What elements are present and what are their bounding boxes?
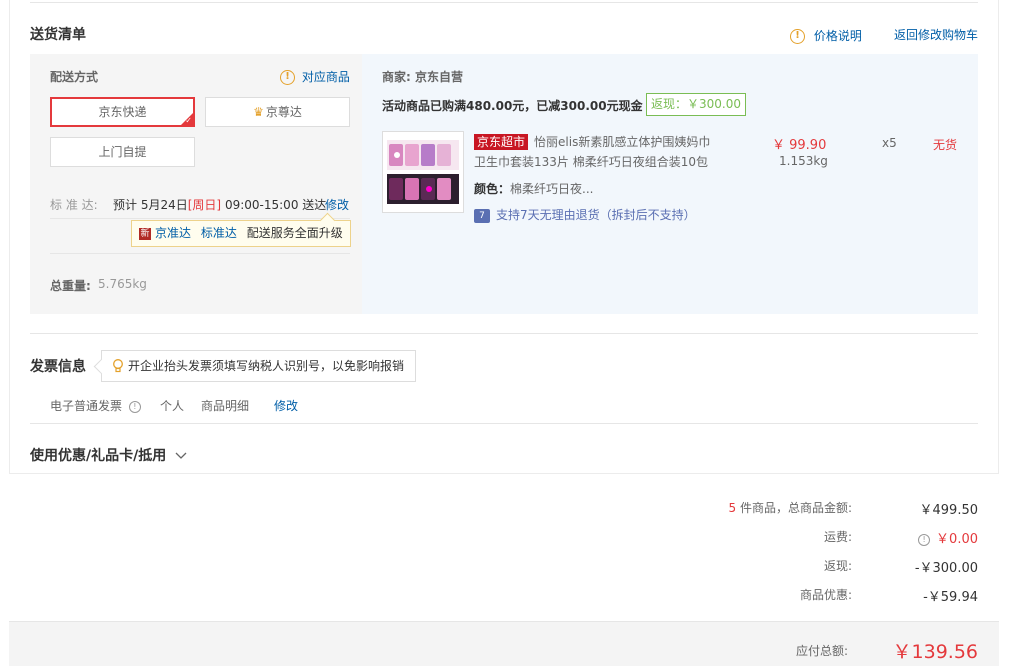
coupon-toggle[interactable]: 使用优惠/礼品卡/抵用 [30,445,187,465]
schedule-date: 5月24日 [140,198,188,212]
discount-value: -￥59.94 [923,590,978,605]
product-weight: 1.153kg [779,154,828,168]
tooltip-text: 配送服务全面升级 [246,226,343,240]
merchant-info: 商家: 京东自营 [382,68,463,85]
coupon-title: 使用优惠/礼品卡/抵用 [30,448,167,464]
delivery-section-title: 送货清单 [30,27,86,43]
product-name-text[interactable]: 怡丽elis新素肌感立体护围姨妈巾 [534,135,710,149]
warning-icon: ! [790,29,805,44]
crown-icon: ♛ [253,105,264,119]
shipping-option-label: 上门自提 [98,145,147,159]
schedule-info: 预计 5月24日[周日] 09:00-15:00 送达 [113,196,326,213]
discount-label: 商品优惠: [799,588,852,602]
product-name-line2[interactable]: 卫生巾套装133片 棉柔纤巧日夜组合装10包 [474,153,708,170]
item-count-suffix: 件商品，总商品金额: [739,501,852,515]
check-icon: ✓ [185,116,192,125]
section-divider [30,423,978,424]
shipping-option-pickup[interactable]: 上门自提 [50,137,195,167]
return-policy-text: 支持7天无理由退货（拆封后不支持） [496,208,696,222]
merchant-name: 京东自营 [415,70,464,84]
back-to-cart-link[interactable]: 返回修改购物车 [894,26,978,43]
invoice-detail: 商品明细 [201,399,250,413]
color-value: 棉柔纤巧日夜... [510,182,594,196]
schedule-label: 标 准 达: [50,198,98,212]
summary-shipping: 运费: ! ￥0.00 [578,528,978,548]
payable-label: 应付总额: [795,644,848,658]
shipping-option-jd-premium[interactable]: ♛ 京尊达 [205,97,350,127]
total-weight-label: 总重量: [50,279,91,293]
product-price: ￥ 99.90 [772,138,827,153]
schedule-time: 09:00-15:00 送达 [224,198,327,212]
jd-zhunda-link[interactable]: 京准达 [155,226,191,240]
lightbulb-icon [113,359,123,373]
payable-value: ￥139.56 [892,641,978,663]
invoice-tip-text: 开企业抬头发票须填写纳税人识别号，以免影响报销 [128,359,405,373]
product-quantity: x5 [882,136,897,150]
match-goods-link[interactable]: ! 对应商品 [280,68,350,85]
invoice-type-text: 电子普通发票 [50,399,123,413]
schedule-prefix: 预计 [113,198,138,212]
warning-icon: ! [280,70,295,85]
invoice-section-title: 发票信息 [30,359,86,375]
color-label: 颜色： [474,182,511,196]
summary-goods-label: 5 件商品，总商品金额: [728,499,852,516]
summary-goods-amount: 5 件商品，总商品金额: ￥499.50 [578,499,978,519]
shipping-upgrade-tooltip: 新京准达 标准达 配送服务全面升级 [131,220,351,247]
info-icon[interactable]: ! [918,533,931,546]
shipping-fee-amount: ￥0.00 [936,532,978,547]
product-color: 颜色：棉柔纤巧日夜... [474,180,593,197]
chevron-down-icon [175,452,187,459]
rebate-label: 返现: [823,559,852,573]
price-note-link[interactable]: ! 价格说明 [790,27,862,44]
price-note-label[interactable]: 价格说明 [814,29,862,43]
schedule-modify-link[interactable]: 修改 [325,196,349,213]
return-policy: 7 支持7天无理由退货（拆封后不支持） [474,206,696,223]
jd-market-tag: 京东超市 [474,134,529,150]
section-divider [30,333,978,334]
schedule-weekday: [周日] [187,198,222,212]
shipping-divider [50,253,350,254]
total-weight-value: 5.765kg [98,277,147,291]
goods-amount-value: ￥499.50 [919,503,979,518]
promo-text: 活动商品已购满480.00元，已减300.00元现金 [382,99,643,113]
shipping-option-jd-express[interactable]: 京东快递 ✓ [50,97,195,127]
invoice-person: 个人 [160,399,185,413]
payable-bar [9,621,999,666]
summary-rebate: 返现: -￥300.00 [578,557,978,577]
product-image-icon [387,140,459,204]
invoice-tip: 开企业抬头发票须填写纳税人识别号，以免影响报销 [101,350,416,382]
product-thumbnail[interactable] [382,131,464,213]
rebate-value: -￥300.00 [914,561,978,576]
shipping-panel [30,54,362,314]
shipping-fee-value: ! ￥0.00 [918,528,978,547]
summary-discount: 商品优惠: -￥59.94 [578,586,978,606]
rebate-tag: 返现：￥300.00 [646,93,746,116]
info-icon[interactable]: ! [128,400,141,413]
checkout-page: 送货清单 ! 价格说明 返回修改购物车 配送方式 ! 对应商品 京东快递 ✓ ♛… [0,0,1009,666]
invoice-type: 电子普通发票 ! [50,397,141,414]
merchant-label: 商家: [382,70,411,84]
shipping-fee-label: 运费: [823,530,852,544]
standard-delivery-link[interactable]: 标准达 [201,226,237,240]
item-count: 5 [728,501,737,515]
shipping-method-title: 配送方式 [50,70,99,84]
seven-day-return-icon: 7 [474,208,490,223]
top-divider [30,2,978,3]
stock-status: 无货 [933,138,958,152]
new-badge: 新 [139,227,151,240]
match-goods-label[interactable]: 对应商品 [302,70,350,84]
product-name-line1[interactable]: 京东超市 怡丽elis新素肌感立体护围姨妈巾 [474,133,710,150]
shipping-option-label: 京东快递 [98,105,147,119]
shipping-divider [50,218,350,219]
invoice-modify-link[interactable]: 修改 [274,397,298,414]
shipping-option-label: 京尊达 [265,105,302,119]
